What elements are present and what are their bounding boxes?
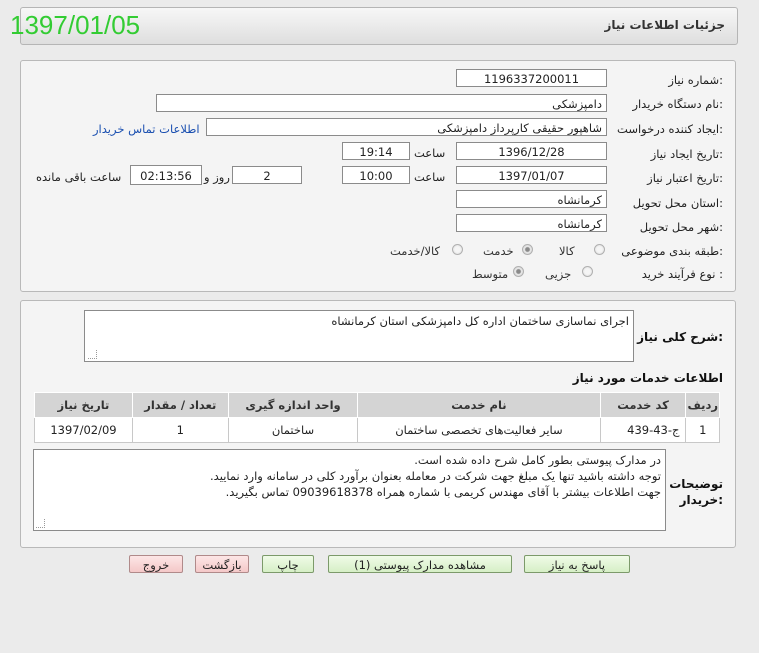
category-goods-label: کالا [559, 244, 575, 258]
process-minor-radio[interactable] [582, 266, 593, 277]
col-unit: واحد اندازه گیری [227, 392, 359, 418]
valid-time-label: ساعت [414, 170, 446, 184]
buyer-org-label: نام دستگاه خریدار: [632, 97, 723, 111]
col-name: نام خدمت [357, 392, 601, 418]
print-button[interactable]: چاپ [262, 555, 314, 573]
cell-qty: 1 [131, 417, 229, 443]
requester-field[interactable]: شاهپور حقیقی کارپرداز دامپزشکی [206, 118, 607, 136]
notes-line-2: توجه داشته باشید تنها یک مبلغ جهت شرکت د… [210, 469, 661, 483]
notes-textarea[interactable]: در مدارک پیوستی بطور کامل شرح داده شده ا… [33, 449, 666, 531]
notes-line-1: در مدارک پیوستی بطور کامل شرح داده شده ا… [414, 453, 661, 467]
need-number-field[interactable]: 1196337200011 [456, 69, 607, 87]
category-service-label: خدمت [483, 244, 514, 258]
countdown-timer: 02:13:56 [130, 165, 202, 185]
col-qty: تعداد / مقدار [131, 392, 229, 418]
created-time-label: ساعت [414, 146, 446, 160]
cell-unit: ساختمان [227, 417, 359, 443]
services-title: اطلاعات خدمات مورد نیاز [572, 371, 723, 385]
valid-date-field[interactable]: 1397/01/07 [456, 166, 607, 184]
services-table: ردیف کد خدمت نام خدمت واحد اندازه گیری ت… [34, 392, 720, 443]
valid-date-label: تاریخ اعتبار نیاز: [647, 171, 723, 185]
province-label: استان محل تحویل: [632, 196, 723, 210]
back-button[interactable]: بازگشت [195, 555, 249, 573]
cell-row: 1 [685, 417, 720, 443]
valid-time-field[interactable]: 10:00 [342, 166, 410, 184]
category-both-radio[interactable] [452, 244, 463, 255]
cell-name: سایر فعالیت‌های تخصصی ساختمان [357, 417, 601, 443]
notes-label: توضیحات خریدار: [669, 476, 723, 508]
col-code: کد خدمت [599, 392, 687, 418]
col-row: ردیف [685, 392, 720, 418]
resize-handle[interactable] [88, 350, 97, 359]
process-medium-label: متوسط [472, 267, 509, 281]
category-service-radio[interactable] [522, 244, 533, 255]
process-minor-label: جزیی [545, 267, 572, 281]
category-both-label: کالا/خدمت [390, 244, 441, 258]
notes-line-3: جهت اطلاعات بیشتر با آقای مهندس کریمی با… [225, 485, 661, 499]
remaining-label: ساعت باقی مانده [36, 170, 122, 184]
date-stamp: 1397/01/05 [10, 10, 141, 40]
table-row: 1 ج-43-439 سایر فعالیت‌های تخصصی ساختمان… [34, 417, 720, 443]
exit-button[interactable]: خروج [129, 555, 183, 573]
buyer-org-field[interactable]: دامپزشکی [156, 94, 607, 112]
notes-resize-handle[interactable] [36, 519, 45, 528]
reply-button[interactable]: پاسخ به نیاز [524, 555, 630, 573]
notes-label-line2: خریدار: [679, 493, 723, 507]
view-attachments-button[interactable]: مشاهده مدارک پیوستی (1) [328, 555, 512, 573]
created-date-label: تاریخ ایجاد نیاز: [650, 147, 723, 161]
page-title: جزئیات اطلاعات نیاز [604, 18, 725, 32]
description-text: اجرای نماسازی ساختمان اداره کل دامپزشکی … [331, 314, 629, 328]
process-label: نوع فرآیند خرید : [641, 267, 723, 281]
days-remaining-field[interactable]: 2 [232, 166, 302, 184]
table-header-row: ردیف کد خدمت نام خدمت واحد اندازه گیری ت… [34, 392, 720, 418]
notes-label-line1: توضیحات [669, 477, 723, 491]
need-number-label: شماره نیاز: [668, 73, 723, 87]
created-time-field[interactable]: 19:14 [342, 142, 410, 160]
category-label: طبقه بندی موضوعی: [621, 244, 723, 258]
col-date: تاریخ نیاز [34, 392, 133, 418]
process-medium-radio[interactable] [513, 266, 524, 277]
cell-code: ج-43-439 [599, 417, 687, 443]
requester-label: ایجاد کننده درخواست: [617, 122, 723, 136]
description-label: شرح کلی نیاز: [637, 330, 723, 344]
category-goods-radio[interactable] [594, 244, 605, 255]
created-date-field[interactable]: 1396/12/28 [456, 142, 607, 160]
city-field[interactable]: کرمانشاه [456, 214, 607, 232]
days-label: روز و [204, 170, 230, 184]
description-textarea[interactable]: اجرای نماسازی ساختمان اداره کل دامپزشکی … [84, 310, 634, 362]
buyer-contact-link[interactable]: اطلاعات تماس خریدار [93, 122, 200, 136]
province-field[interactable]: کرمانشاه [456, 190, 607, 208]
cell-date: 1397/02/09 [34, 417, 133, 443]
city-label: شهر محل تحویل: [639, 220, 723, 234]
